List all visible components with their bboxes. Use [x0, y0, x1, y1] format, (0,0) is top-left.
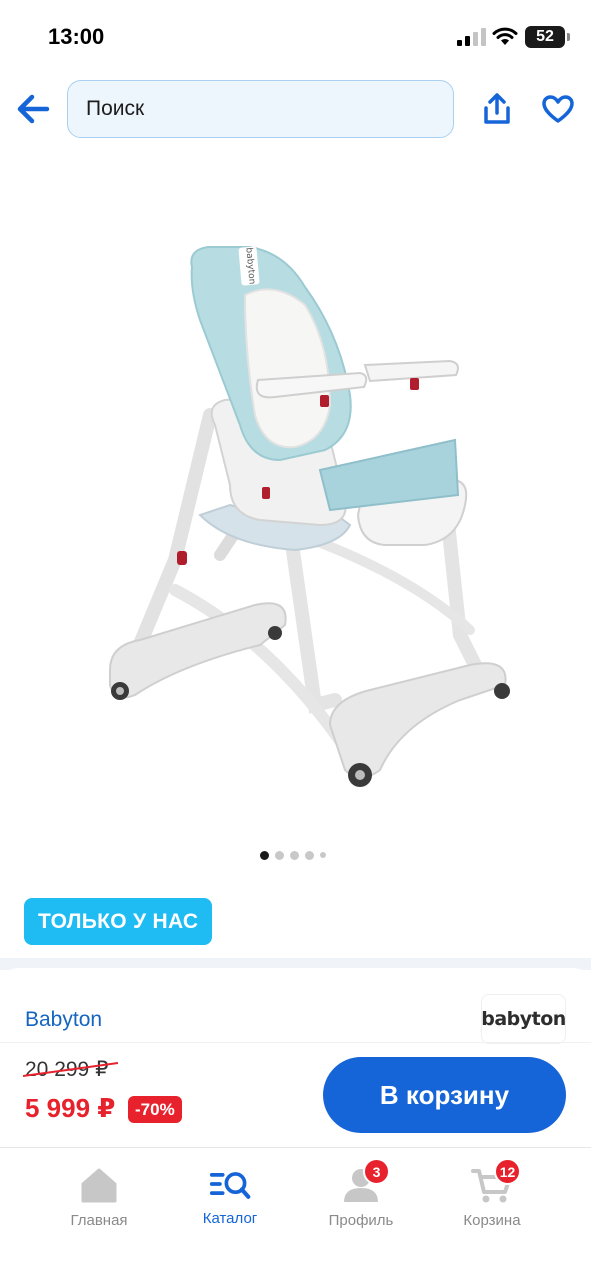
search-input[interactable]: Поиск: [67, 80, 454, 138]
search-placeholder: Поиск: [86, 97, 145, 120]
tab-label: Корзина: [463, 1212, 521, 1229]
tab-cart[interactable]: 12 Корзина: [437, 1158, 547, 1229]
current-price: 5 999 ₽: [25, 1093, 116, 1123]
tab-profile[interactable]: 3 Профиль: [306, 1158, 416, 1229]
top-bar: Поиск: [0, 78, 591, 140]
brand-logo-text: babyton: [481, 1008, 566, 1030]
status-time: 13:00: [48, 24, 105, 49]
gallery-dot[interactable]: [290, 850, 299, 860]
cart-icon: 12: [471, 1158, 521, 1204]
share-icon: [484, 93, 510, 124]
tab-label: Каталог: [202, 1210, 258, 1227]
product-image[interactable]: babyton: [80, 225, 520, 795]
favorite-button[interactable]: [538, 90, 578, 128]
catalog-search-icon: [209, 1166, 251, 1202]
gallery-dot[interactable]: [305, 850, 314, 860]
battery-indicator: 52: [525, 26, 565, 48]
back-button[interactable]: [14, 90, 52, 128]
heart-icon: [542, 95, 574, 123]
profile-icon: 3: [340, 1158, 390, 1204]
battery-tip: [567, 33, 570, 41]
discount-badge: -70%: [128, 1096, 182, 1123]
wifi-icon: [492, 27, 518, 45]
arrow-left-icon: [17, 94, 50, 124]
gallery-pagination[interactable]: [260, 850, 326, 860]
status-bar: 13:00 52: [0, 0, 591, 70]
home-icon: [78, 1166, 120, 1204]
profile-badge: 3: [363, 1158, 390, 1185]
card-divider: [0, 1042, 591, 1043]
add-to-cart-button[interactable]: В корзину: [323, 1057, 566, 1133]
tab-label: Профиль: [328, 1212, 394, 1229]
exclusive-badge: ТОЛЬКО У НАС: [24, 898, 213, 945]
share-button[interactable]: [478, 90, 516, 128]
tab-home[interactable]: Главная: [44, 1166, 154, 1229]
cart-badge: 12: [494, 1158, 521, 1185]
gallery-dot[interactable]: [275, 850, 284, 860]
brand-logo[interactable]: babyton: [481, 994, 566, 1044]
gallery-dot[interactable]: [320, 852, 326, 858]
tab-catalog[interactable]: Каталог: [175, 1166, 285, 1227]
cellular-signal-icon: [457, 28, 486, 46]
gallery-dot[interactable]: [260, 850, 269, 860]
bottom-tab-bar: Главная Каталог 3 Профиль 12 Корзина: [0, 1147, 591, 1280]
brand-link[interactable]: Babyton: [25, 1008, 102, 1032]
tab-label: Главная: [70, 1212, 128, 1229]
price-strikethrough: [23, 1062, 118, 1077]
